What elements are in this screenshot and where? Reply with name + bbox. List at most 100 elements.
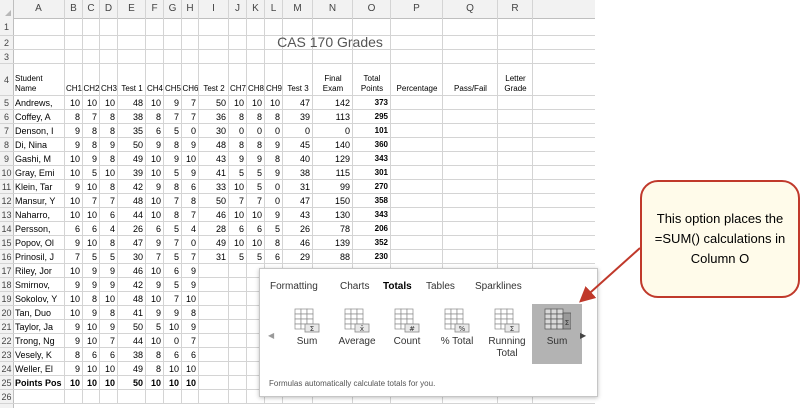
score-cell-d[interactable]: 7 — [100, 334, 118, 347]
cell[interactable] — [498, 36, 533, 49]
score-cell-d[interactable]: 9 — [100, 264, 118, 277]
empty-cell[interactable] — [498, 124, 533, 137]
column-header-c[interactable]: C — [83, 0, 100, 18]
cell[interactable] — [118, 18, 146, 35]
score-cell-b[interactable]: 10 — [65, 152, 83, 165]
score-cell-i[interactable] — [199, 306, 229, 319]
score-cell-c[interactable]: 10 — [83, 96, 100, 109]
score-cell-b[interactable]: 10 — [65, 208, 83, 221]
score-cell-i[interactable] — [199, 292, 229, 305]
score-cell-g[interactable]: 9 — [164, 152, 182, 165]
score-cell-d[interactable]: 10 — [100, 166, 118, 179]
score-cell-c[interactable]: 9 — [83, 306, 100, 319]
student-name-cell[interactable]: Persson, — [13, 222, 65, 235]
score-cell-b[interactable] — [65, 390, 83, 403]
row-header[interactable]: 9 — [0, 152, 13, 166]
empty-cell[interactable] — [498, 222, 533, 235]
score-cell-j[interactable]: 8 — [229, 138, 247, 151]
score-cell-g[interactable]: 10 — [164, 320, 182, 333]
student-name-cell[interactable]: Klein, Tar — [13, 180, 65, 193]
student-name-cell[interactable]: Gray, Emi — [13, 166, 65, 179]
empty-cell[interactable] — [443, 152, 498, 165]
score-cell-b[interactable]: 10 — [65, 376, 83, 389]
score-cell-g[interactable]: 8 — [164, 138, 182, 151]
score-cell-f[interactable]: 6 — [146, 222, 164, 235]
empty-cell[interactable] — [443, 222, 498, 235]
cell[interactable] — [247, 18, 265, 35]
tab-sparklines[interactable]: Sparklines — [475, 281, 522, 292]
score-cell-b[interactable]: 9 — [65, 180, 83, 193]
score-cell-g[interactable] — [164, 390, 182, 403]
score-cell-g[interactable]: 0 — [164, 334, 182, 347]
score-cell-b[interactable]: 9 — [65, 278, 83, 291]
student-name-cell[interactable] — [13, 390, 65, 403]
row-header[interactable]: 18 — [0, 278, 13, 292]
sum-column-button[interactable]: Σ Sum — [532, 304, 582, 364]
score-cell-l[interactable]: 0 — [265, 124, 283, 137]
score-cell-o[interactable]: 360 — [353, 138, 391, 151]
score-cell-e[interactable]: 38 — [118, 110, 146, 123]
score-cell-o[interactable]: 352 — [353, 236, 391, 249]
empty-cell[interactable] — [391, 180, 443, 193]
cell[interactable] — [65, 36, 83, 49]
score-cell-j[interactable] — [229, 278, 247, 291]
score-cell-f[interactable]: 9 — [146, 138, 164, 151]
column-header-j[interactable]: J — [229, 0, 247, 18]
row-header[interactable]: 16 — [0, 250, 13, 264]
cell[interactable] — [313, 18, 353, 35]
score-cell-c[interactable]: 5 — [83, 250, 100, 263]
empty-cell[interactable] — [443, 180, 498, 193]
empty-cell[interactable] — [391, 250, 443, 263]
score-cell-l[interactable]: 8 — [265, 110, 283, 123]
score-cell-b[interactable]: 10 — [65, 306, 83, 319]
score-cell-e[interactable]: 50 — [118, 138, 146, 151]
score-cell-m[interactable]: 40 — [283, 152, 313, 165]
empty-cell[interactable] — [443, 250, 498, 263]
score-cell-n[interactable]: 78 — [313, 222, 353, 235]
cell[interactable] — [13, 50, 65, 63]
score-cell-f[interactable]: 9 — [146, 180, 164, 193]
header-cell-k[interactable]: CH8 — [247, 64, 265, 95]
student-name-cell[interactable]: Di, Nina — [13, 138, 65, 151]
empty-cell[interactable] — [443, 194, 498, 207]
empty-cell[interactable] — [498, 138, 533, 151]
score-cell-g[interactable]: 5 — [164, 166, 182, 179]
score-cell-c[interactable]: 7 — [83, 110, 100, 123]
empty-cell[interactable] — [498, 250, 533, 263]
student-name-cell[interactable]: Popov, Ol — [13, 236, 65, 249]
score-cell-c[interactable]: 8 — [83, 138, 100, 151]
score-cell-j[interactable]: 8 — [229, 110, 247, 123]
empty-cell[interactable] — [443, 96, 498, 109]
score-cell-i[interactable] — [199, 362, 229, 375]
score-cell-b[interactable]: 10 — [65, 292, 83, 305]
score-cell-i[interactable]: 48 — [199, 138, 229, 151]
score-cell-j[interactable]: 6 — [229, 222, 247, 235]
score-cell-e[interactable]: 39 — [118, 166, 146, 179]
score-cell-f[interactable] — [146, 390, 164, 403]
score-cell-j[interactable]: 0 — [229, 124, 247, 137]
score-cell-g[interactable]: 6 — [164, 348, 182, 361]
score-cell-c[interactable]: 9 — [83, 264, 100, 277]
cell[interactable] — [146, 36, 164, 49]
row-header[interactable]: 22 — [0, 334, 13, 348]
score-cell-c[interactable]: 6 — [83, 348, 100, 361]
student-name-cell[interactable]: Points Pos — [13, 376, 65, 389]
student-name-cell[interactable]: Coffey, A — [13, 110, 65, 123]
score-cell-c[interactable]: 9 — [83, 152, 100, 165]
empty-cell[interactable] — [443, 236, 498, 249]
header-cell-b[interactable]: CH1 — [65, 64, 83, 95]
score-cell-d[interactable]: 8 — [100, 236, 118, 249]
score-cell-g[interactable]: 5 — [164, 222, 182, 235]
score-cell-e[interactable]: 26 — [118, 222, 146, 235]
column-header-r[interactable]: R — [498, 0, 533, 18]
empty-cell[interactable] — [498, 166, 533, 179]
score-cell-m[interactable]: 43 — [283, 208, 313, 221]
score-cell-e[interactable]: 42 — [118, 180, 146, 193]
column-header-q[interactable]: Q — [443, 0, 498, 18]
empty-cell[interactable] — [391, 110, 443, 123]
score-cell-o[interactable]: 206 — [353, 222, 391, 235]
row-header[interactable]: 11 — [0, 180, 13, 194]
score-cell-d[interactable]: 5 — [100, 250, 118, 263]
cell[interactable] — [13, 18, 65, 35]
column-header-m[interactable]: M — [283, 0, 313, 18]
